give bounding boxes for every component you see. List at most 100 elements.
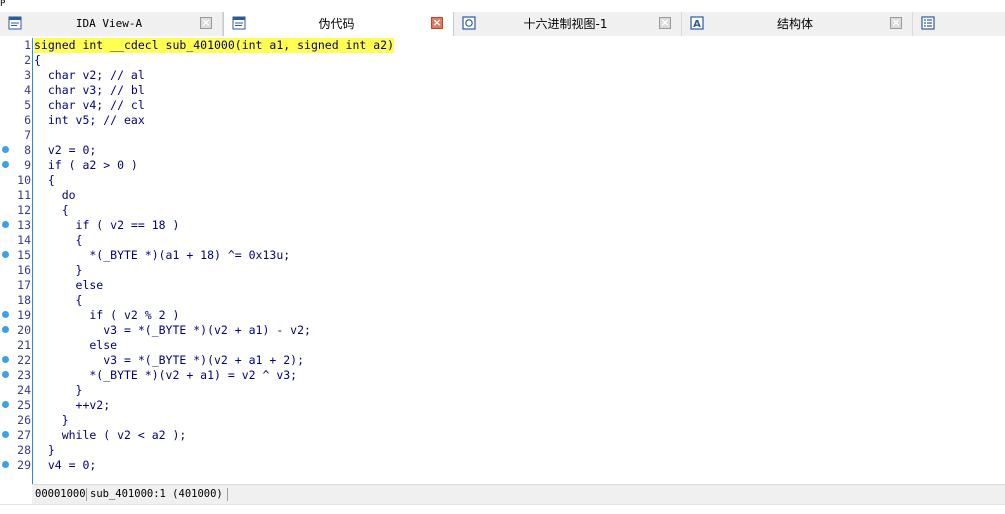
code-line[interactable]: 24 } <box>0 383 1005 398</box>
line-number: 3 <box>24 68 31 82</box>
code-line[interactable]: 28 } <box>0 443 1005 458</box>
line-number: 12 <box>17 203 31 217</box>
status-location: sub_401000:1 (401000) <box>90 488 223 500</box>
line-number: 7 <box>24 128 31 142</box>
code-line[interactable]: 2{ <box>0 53 1005 68</box>
code-line[interactable]: 13 if ( v2 == 18 ) <box>0 218 1005 233</box>
code-line[interactable]: 19 if ( v2 % 2 ) <box>0 308 1005 323</box>
enums-icon <box>921 16 935 30</box>
code-line[interactable]: 29 v4 = 0; <box>0 458 1005 473</box>
code-line[interactable]: 9 if ( a2 > 0 ) <box>0 158 1005 173</box>
code-line[interactable]: 20 v3 = *(_BYTE *)(v2 + a1) - v2; <box>0 323 1005 338</box>
top-strip: P <box>0 0 1005 12</box>
line-number: 26 <box>17 413 31 427</box>
code-line[interactable]: 15 *(_BYTE *)(a1 + 18) ^= 0x13u; <box>0 248 1005 263</box>
code-line[interactable]: 17 else <box>0 278 1005 293</box>
line-number: 13 <box>17 218 31 232</box>
code-line[interactable]: 5 char v4; // cl <box>0 98 1005 113</box>
tab-hex-view[interactable]: 十六进制视图-1 × <box>454 12 682 36</box>
code-text[interactable]: do <box>34 188 76 203</box>
line-number: 18 <box>17 293 31 307</box>
line-number: 14 <box>17 233 31 247</box>
code-text[interactable]: *(_BYTE *)(a1 + 18) ^= 0x13u; <box>34 248 290 263</box>
code-text[interactable]: } <box>34 383 83 398</box>
tab-enums[interactable] <box>913 12 1005 36</box>
code-text[interactable]: else <box>34 338 117 353</box>
structures-icon: A <box>690 16 704 30</box>
status-divider <box>86 488 87 501</box>
bottom-strip <box>0 504 1005 514</box>
code-line[interactable]: 21 else <box>0 338 1005 353</box>
code-line[interactable]: 3 char v2; // al <box>0 68 1005 83</box>
code-text[interactable]: { <box>34 173 55 188</box>
code-text[interactable]: } <box>34 263 83 278</box>
code-text[interactable]: } <box>34 413 69 428</box>
line-number: 10 <box>17 173 31 187</box>
line-number: 24 <box>17 383 31 397</box>
line-number: 15 <box>17 248 31 262</box>
pseudocode-editor[interactable]: 1 signed int __cdecl sub_401000(int a1, s… <box>0 36 1005 484</box>
code-line[interactable]: 8 v2 = 0; <box>0 143 1005 158</box>
tab-pseudocode[interactable]: 伪代码 × <box>223 12 454 37</box>
code-line[interactable]: 25 ++v2; <box>0 398 1005 413</box>
top-mark: P <box>0 0 6 9</box>
code-text[interactable]: char v4; // cl <box>34 98 145 113</box>
tab-structures[interactable]: A 结构体 × <box>682 12 913 36</box>
code-text[interactable]: while ( v2 < a2 ); <box>34 428 187 443</box>
code-line[interactable]: 16 } <box>0 263 1005 278</box>
close-icon[interactable]: × <box>200 17 212 29</box>
code-text[interactable]: v3 = *(_BYTE *)(v2 + a1 + 2); <box>34 353 304 368</box>
code-text[interactable]: signed int __cdecl sub_401000(int a1, si… <box>34 38 395 53</box>
status-divider <box>227 488 228 501</box>
code-text[interactable]: char v2; // al <box>34 68 145 83</box>
code-text[interactable]: char v3; // bl <box>34 83 145 98</box>
line-number: 5 <box>24 98 31 112</box>
line-number: 23 <box>17 368 31 382</box>
code-line[interactable]: 6 int v5; // eax <box>0 113 1005 128</box>
code-line[interactable]: 4 char v3; // bl <box>0 83 1005 98</box>
line-number: 4 <box>24 83 31 97</box>
code-text[interactable]: if ( a2 > 0 ) <box>34 158 138 173</box>
line-number: 8 <box>24 143 31 157</box>
code-line[interactable]: 22 v3 = *(_BYTE *)(v2 + a1 + 2); <box>0 353 1005 368</box>
code-line[interactable]: 27 while ( v2 < a2 ); <box>0 428 1005 443</box>
code-line[interactable]: 26 } <box>0 413 1005 428</box>
code-text[interactable]: v2 = 0; <box>34 143 96 158</box>
line-number: 11 <box>17 188 31 202</box>
code-line[interactable]: 1 signed int __cdecl sub_401000(int a1, s… <box>0 38 1005 53</box>
code-text[interactable]: if ( v2 == 18 ) <box>34 218 180 233</box>
code-text[interactable]: v3 = *(_BYTE *)(v2 + a1) - v2; <box>34 323 311 338</box>
code-line[interactable]: 23 *(_BYTE *)(v2 + a1) = v2 ^ v3; <box>0 368 1005 383</box>
code-line[interactable]: 12 { <box>0 203 1005 218</box>
code-line[interactable]: 7 <box>0 128 1005 143</box>
code-line[interactable]: 18 { <box>0 293 1005 308</box>
close-icon[interactable]: × <box>659 17 671 29</box>
line-number: 19 <box>17 308 31 322</box>
tab-ida-view-a[interactable]: IDA View-A × <box>0 12 223 36</box>
code-text[interactable]: v4 = 0; <box>34 458 96 473</box>
pseudocode-icon <box>232 16 246 30</box>
line-number: 17 <box>17 278 31 292</box>
status-offset: 00001000 <box>35 488 86 500</box>
code-line[interactable]: 10 { <box>0 173 1005 188</box>
tab-label: IDA View-A <box>75 17 143 30</box>
code-line[interactable]: 11 do <box>0 188 1005 203</box>
code-text[interactable]: { <box>34 293 83 308</box>
close-icon[interactable]: × <box>431 17 443 29</box>
hex-view-icon <box>462 16 476 30</box>
line-number: 1 <box>24 38 31 52</box>
line-number: 9 <box>24 158 31 172</box>
code-text[interactable]: { <box>34 203 69 218</box>
code-text[interactable]: { <box>34 233 83 248</box>
code-text[interactable]: { <box>34 53 41 68</box>
code-text[interactable]: } <box>34 443 55 458</box>
code-text[interactable]: *(_BYTE *)(v2 + a1) = v2 ^ v3; <box>34 368 297 383</box>
code-text[interactable]: else <box>34 278 104 293</box>
code-text[interactable]: if ( v2 % 2 ) <box>34 308 179 323</box>
line-number: 28 <box>17 443 31 457</box>
close-icon[interactable]: × <box>890 17 902 29</box>
code-text[interactable]: int v5; // eax <box>34 113 145 128</box>
tab-label: 伪代码 <box>318 17 355 31</box>
code-line[interactable]: 14 { <box>0 233 1005 248</box>
code-text[interactable]: ++v2; <box>34 398 111 413</box>
